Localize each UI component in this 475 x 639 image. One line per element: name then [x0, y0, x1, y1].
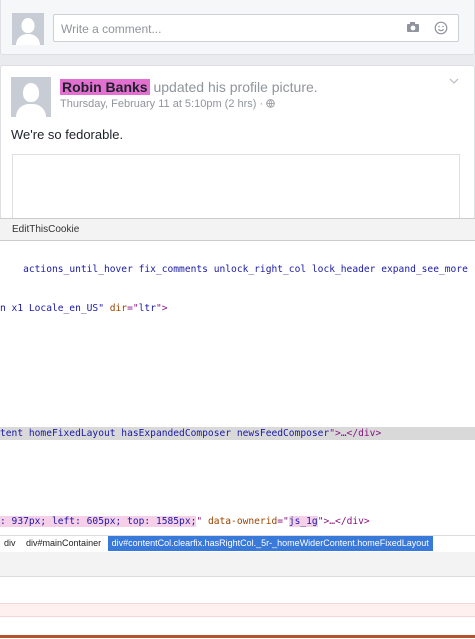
- comment-input[interactable]: Write a comment...: [53, 14, 459, 42]
- comment-placeholder: Write a comment...: [61, 22, 162, 36]
- dom-line-html-tag[interactable]: n x1 Locale_en_US" dir="ltr">: [0, 302, 168, 315]
- html-tag-close: ">: [155, 303, 168, 314]
- breadcrumb-main-container[interactable]: div#mainContainer: [22, 536, 105, 551]
- selected-div-close: ">…</div>: [329, 428, 382, 439]
- user-avatar[interactable]: [12, 13, 44, 45]
- ownerid-attr: data-ownerid: [202, 516, 278, 527]
- dir-eq: =": [127, 303, 139, 314]
- dir-value: ltr: [138, 303, 156, 314]
- emoji-icon[interactable]: [434, 21, 448, 35]
- dir-attr: dir: [109, 303, 128, 314]
- tab-editthiscookie[interactable]: EditThisCookie: [0, 219, 475, 241]
- tab-editthiscookie-label: EditThisCookie: [12, 224, 80, 235]
- ownerid-value: js_1g: [288, 516, 318, 527]
- dom-line-selected-div[interactable]: tent homeFixedLayout hasExpandedComposer…: [0, 427, 381, 440]
- post-options-chevron-icon[interactable]: [449, 76, 459, 87]
- breadcrumb-content-col[interactable]: div#contentCol.clearfix.hasRightCol._5r-…: [107, 536, 433, 551]
- styles-error-row: [0, 603, 475, 617]
- news-feed: Write a comment... Robin Banks updated h…: [0, 0, 475, 218]
- feed-post: Robin Banks updated his profile picture.…: [0, 65, 475, 218]
- inline-style-value: : 937px; left: 605px; top: 1585px;: [0, 516, 197, 527]
- post-header: Robin Banks updated his profile picture.: [60, 79, 318, 95]
- globe-icon: [266, 99, 275, 111]
- selected-class-value: tent homeFixedLayout hasExpandedComposer…: [0, 428, 330, 439]
- post-meta: Thursday, February 11 at 5:10pm (2 hrs) …: [60, 98, 275, 111]
- breadcrumb-div[interactable]: div: [0, 536, 20, 551]
- divider: [0, 576, 475, 577]
- profile-picture-image[interactable]: [12, 154, 460, 218]
- html-class-tail: n x1 Locale_en_US": [0, 303, 110, 314]
- dom-line-class-list[interactable]: actions_until_hover fix_comments unlock_…: [0, 250, 468, 289]
- dom-line-style-div[interactable]: : 937px; left: 605px; top: 1585px;" data…: [0, 515, 370, 528]
- bottom-edge-bar: [0, 635, 475, 638]
- style-div-close: ">…</div>: [317, 516, 370, 527]
- post-action-text: updated his profile picture.: [153, 79, 318, 95]
- devtools-panel: EditThisCookie actions_until_hover fix_c…: [0, 218, 475, 639]
- ownerid-eq: =": [277, 516, 289, 527]
- camera-icon[interactable]: [406, 21, 420, 35]
- comment-composer-card: Write a comment...: [0, 0, 475, 55]
- class-list-text: actions_until_hover fix_comments unlock_…: [23, 264, 468, 275]
- post-timestamp[interactable]: Thursday, February 11 at 5:10pm (2 hrs) …: [60, 98, 266, 110]
- author-avatar[interactable]: [11, 77, 51, 117]
- breadcrumb: div div#mainContainer div#contentCol.cle…: [0, 535, 475, 551]
- post-text: We're so fedorable.: [11, 127, 124, 142]
- author-name-link[interactable]: Robin Banks: [60, 79, 150, 95]
- styles-toolbar: [0, 552, 475, 576]
